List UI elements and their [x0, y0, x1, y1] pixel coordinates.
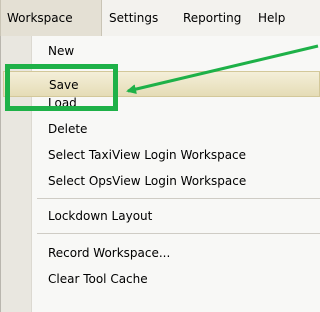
callout-arrow [126, 44, 319, 95]
